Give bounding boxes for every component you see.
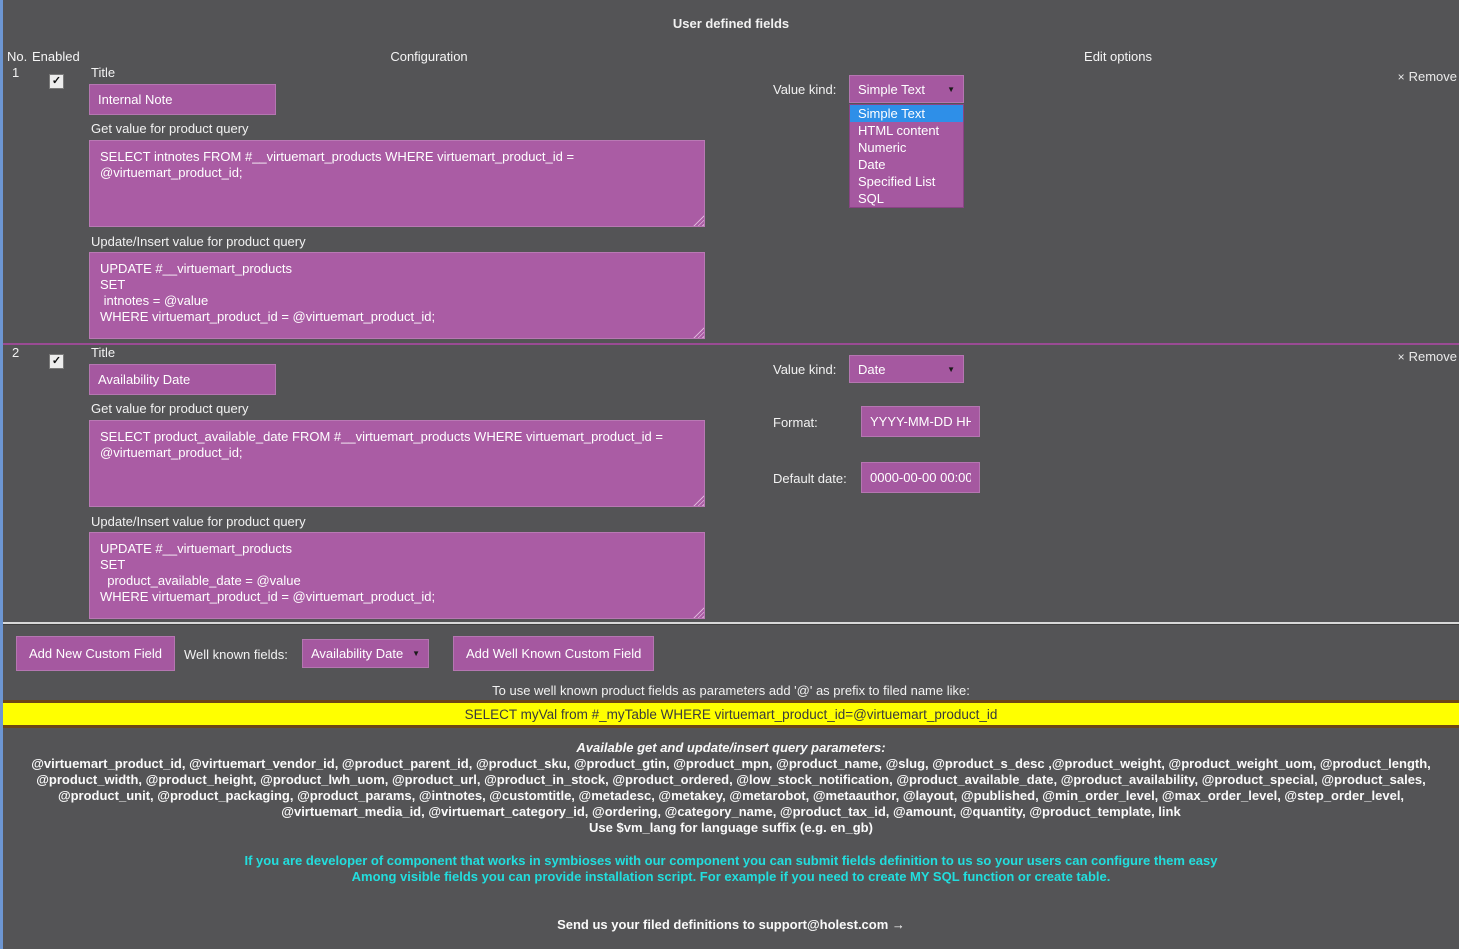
parameters-line: @product_width, @product_height, @produc… xyxy=(7,772,1455,788)
page-title: User defined fields xyxy=(3,16,1459,31)
get-query-textarea[interactable]: SELECT intnotes FROM #__virtuemart_produ… xyxy=(89,140,705,227)
parameters-line: @product_unit, @product_packaging, @prod… xyxy=(7,788,1455,804)
get-query-textarea[interactable]: SELECT product_available_date FROM #__vi… xyxy=(89,420,705,507)
dropdown-option-specified-list[interactable]: Specified List xyxy=(850,173,963,190)
value-kind-dropdown: Simple Text HTML content Numeric Date Sp… xyxy=(849,104,964,208)
language-suffix-note: Use $vm_lang for language suffix (e.g. e… xyxy=(7,820,1455,836)
user-defined-fields-panel: User defined fields No. Enabled Configur… xyxy=(0,0,1459,949)
remove-label: Remove xyxy=(1409,69,1457,84)
contact-text: Send us your filed definitions to suppor… xyxy=(3,917,1459,932)
remove-label: Remove xyxy=(1409,349,1457,364)
parameters-heading: Available get and update/insert query pa… xyxy=(7,740,1455,756)
dropdown-option-simple-text[interactable]: Simple Text xyxy=(850,105,963,122)
title-input[interactable] xyxy=(89,364,276,395)
remove-field-button[interactable]: × Remove xyxy=(1398,69,1457,84)
default-date-label: Default date: xyxy=(773,471,847,486)
column-header-no: No. xyxy=(7,49,27,64)
prefix-hint-text: To use well known product fields as para… xyxy=(3,683,1459,698)
checkmark-icon: ✓ xyxy=(52,76,61,87)
add-well-known-custom-field-button[interactable]: Add Well Known Custom Field xyxy=(453,636,654,671)
developer-note-line: Among visible fields you can provide ins… xyxy=(3,869,1459,885)
add-new-custom-field-button[interactable]: Add New Custom Field xyxy=(16,636,175,671)
checkmark-icon: ✓ xyxy=(52,356,61,367)
section-divider xyxy=(3,622,1459,625)
chevron-down-icon: ▼ xyxy=(941,85,955,94)
enabled-checkbox[interactable]: ✓ xyxy=(49,354,64,369)
update-query-label: Update/Insert value for product query xyxy=(91,234,306,249)
developer-note-line: If you are developer of component that w… xyxy=(3,853,1459,869)
well-known-fields-selected: Availability Date xyxy=(311,646,403,661)
title-input[interactable] xyxy=(89,84,276,115)
get-query-label: Get value for product query xyxy=(91,401,249,416)
title-label: Title xyxy=(91,345,115,360)
column-header-configuration: Configuration xyxy=(89,49,769,64)
row-divider xyxy=(3,343,1459,345)
get-query-label: Get value for product query xyxy=(91,121,249,136)
value-kind-select[interactable]: Simple Text ▼ xyxy=(849,75,964,103)
value-kind-selected: Date xyxy=(858,362,885,377)
parameters-block: Available get and update/insert query pa… xyxy=(3,740,1459,836)
value-kind-label: Value kind: xyxy=(773,82,836,97)
format-label: Format: xyxy=(773,415,818,430)
title-label: Title xyxy=(91,65,115,80)
update-query-textarea[interactable]: UPDATE #__virtuemart_products SET produc… xyxy=(89,532,705,619)
close-icon: × xyxy=(1398,70,1405,84)
close-icon: × xyxy=(1398,350,1405,364)
value-kind-select[interactable]: Date ▼ xyxy=(849,355,964,383)
format-input[interactable] xyxy=(861,406,980,437)
well-known-fields-select[interactable]: Availability Date ▼ xyxy=(302,639,429,668)
chevron-down-icon: ▼ xyxy=(941,365,955,374)
update-query-textarea[interactable]: UPDATE #__virtuemart_products SET intnot… xyxy=(89,252,705,339)
remove-field-button[interactable]: × Remove xyxy=(1398,349,1457,364)
chevron-down-icon: ▼ xyxy=(406,649,420,658)
sql-example-bar: SELECT myVal from #_myTable WHERE virtue… xyxy=(3,700,1459,728)
dropdown-option-numeric[interactable]: Numeric xyxy=(850,139,963,156)
parameters-line: @virtuemart_product_id, @virtuemart_vend… xyxy=(7,756,1455,772)
row-number: 1 xyxy=(12,65,19,80)
enabled-checkbox[interactable]: ✓ xyxy=(49,74,64,89)
developer-note: If you are developer of component that w… xyxy=(3,853,1459,885)
dropdown-option-date[interactable]: Date xyxy=(850,156,963,173)
dropdown-option-sql[interactable]: SQL xyxy=(850,190,963,207)
value-kind-selected: Simple Text xyxy=(858,82,925,97)
dropdown-option-html-content[interactable]: HTML content xyxy=(850,122,963,139)
sql-example-text: SELECT myVal from #_myTable WHERE virtue… xyxy=(465,707,998,722)
parameters-line: @virtuemart_media_id, @virtuemart_catego… xyxy=(7,804,1455,820)
default-date-input[interactable] xyxy=(861,462,980,493)
row-number: 2 xyxy=(12,345,19,360)
value-kind-label: Value kind: xyxy=(773,362,836,377)
well-known-fields-label: Well known fields: xyxy=(184,647,288,662)
update-query-label: Update/Insert value for product query xyxy=(91,514,306,529)
column-header-enabled: Enabled xyxy=(32,49,80,64)
column-header-edit-options: Edit options xyxy=(968,49,1268,64)
